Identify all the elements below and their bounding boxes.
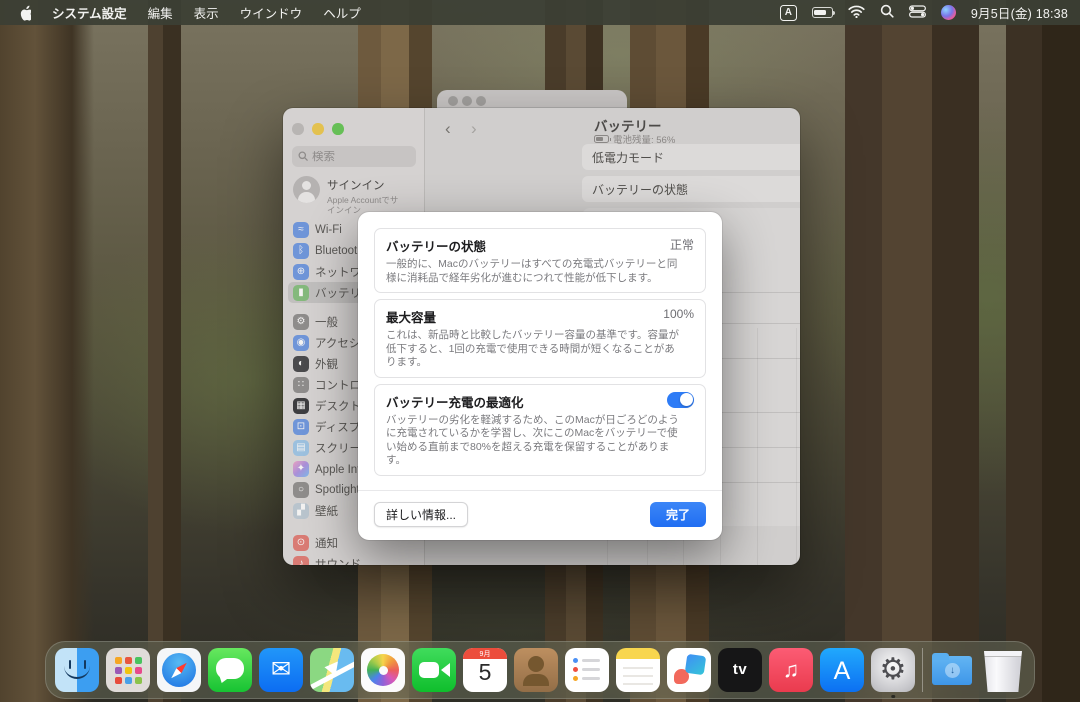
card-value: 正常 <box>670 236 694 253</box>
screensaver-icon: ▤ <box>293 440 309 456</box>
search-icon[interactable] <box>880 4 894 21</box>
menu-edit[interactable]: 編集 <box>148 3 173 22</box>
accessibility-icon: ◉ <box>293 335 309 351</box>
menu-clock[interactable]: 9月5日(金) 18:38 <box>971 3 1068 22</box>
dock-finder[interactable] <box>55 648 99 692</box>
battery-icon <box>594 135 609 143</box>
dock-reminders[interactable] <box>565 648 609 692</box>
dock-safari[interactable] <box>157 648 201 692</box>
wifi-status-icon[interactable] <box>848 5 865 21</box>
dock-launchpad[interactable] <box>106 648 150 692</box>
menu-app-name[interactable]: システム設定 <box>52 3 127 22</box>
menu-window[interactable]: ウインドウ <box>240 3 303 22</box>
spotlight-icon: ○ <box>293 482 309 498</box>
control-center-icon: ∷ <box>293 377 309 393</box>
wallpaper-icon: ▞ <box>293 503 309 519</box>
dock-system-settings[interactable] <box>871 648 915 692</box>
forward-button[interactable]: › <box>471 119 477 139</box>
card-description: 一般的に、Macのバッテリーはすべての充電式バッテリーと同様に消耗品で経年劣化が… <box>386 258 694 285</box>
sidebar-signin[interactable]: サインイン Apple Accountでサインイン <box>293 176 405 215</box>
more-info-button[interactable]: 詳しい情報... <box>374 502 468 527</box>
menu-bar: システム設定 編集 表示 ウインドウ ヘルプ A 9月5日(金) 18:38 <box>0 0 1080 25</box>
dock-maps[interactable] <box>310 648 354 692</box>
search-input[interactable] <box>312 151 402 163</box>
dock-calendar[interactable]: 9月 5 <box>463 648 507 692</box>
card-title: 最大容量 <box>386 307 436 326</box>
dock-tv[interactable]: tv <box>718 648 762 692</box>
calendar-day: 5 <box>463 659 507 686</box>
signin-title: サインイン <box>327 177 405 193</box>
optimized-charging-card: バッテリー充電の最適化 バッテリーの劣化を軽減するため、このMacが日ごろどのよ… <box>374 384 706 476</box>
download-arrow-icon: ↓ <box>945 663 960 678</box>
card-value: 100% <box>663 307 694 321</box>
dock-app-store[interactable] <box>820 648 864 692</box>
desktop-dock-icon: ▦ <box>293 398 309 414</box>
gear-icon: ⚙ <box>293 314 309 330</box>
background-zoom-button[interactable] <box>476 96 486 106</box>
zoom-button[interactable] <box>332 123 344 135</box>
control-center-icon[interactable] <box>909 5 926 21</box>
dock-separator <box>922 648 923 692</box>
dock-photos[interactable] <box>361 648 405 692</box>
dock-downloads[interactable]: ↓ <box>930 648 974 692</box>
sidebar-item-sound[interactable]: ♪サウンド <box>288 553 420 565</box>
apple-intelligence-icon: ✦ <box>293 461 309 477</box>
background-minimize-button[interactable] <box>462 96 472 106</box>
back-button[interactable]: ‹ <box>445 119 451 139</box>
battery-icon: ▮ <box>293 285 309 301</box>
sound-icon: ♪ <box>293 556 309 566</box>
battery-status-icon[interactable] <box>812 7 833 18</box>
dialog-footer: 詳しい情報... 完了 <box>358 490 722 540</box>
dock-trash[interactable] <box>981 651 1025 692</box>
calendar-month: 9月 <box>463 649 507 659</box>
running-indicator <box>891 695 895 699</box>
notifications-icon: ⊙ <box>293 535 309 551</box>
close-button[interactable] <box>292 123 304 135</box>
appearance-icon: ◐ <box>293 356 309 372</box>
card-title: バッテリー充電の最適化 <box>386 392 524 411</box>
card-description: これは、新品時と比較したバッテリー容量の基準です。容量が低下すると、1回の充電で… <box>386 329 694 370</box>
tv-logo: tv <box>718 648 762 692</box>
siri-icon[interactable] <box>941 5 956 20</box>
display-icon: ⊡ <box>293 419 309 435</box>
dock-music[interactable] <box>769 648 813 692</box>
search-icon <box>298 148 308 166</box>
bluetooth-icon: ᛒ <box>293 243 309 259</box>
optimized-charging-toggle[interactable] <box>667 392 694 408</box>
maximum-capacity-card: 最大容量 100% これは、新品時と比較したバッテリー容量の基準です。容量が低下… <box>374 299 706 378</box>
dock-freeform[interactable] <box>667 648 711 692</box>
wifi-icon: ≈ <box>293 222 309 238</box>
avatar <box>293 176 320 203</box>
dock-notes[interactable] <box>616 648 660 692</box>
card-description: バッテリーの劣化を軽減するため、このMacが日ごろどのように充電されているかを学… <box>386 414 694 468</box>
card-title: バッテリーの状態 <box>386 236 486 255</box>
dock-messages[interactable] <box>208 648 252 692</box>
sidebar-search-field[interactable] <box>292 146 416 167</box>
battery-health-dialog: バッテリーの状態 正常 一般的に、Macのバッテリーはすべての充電式バッテリーと… <box>358 212 722 540</box>
desktop: システム設定 編集 表示 ウインドウ ヘルプ A 9月5日(金) 18:38 <box>0 0 1080 702</box>
menu-help[interactable]: ヘルプ <box>323 3 361 22</box>
apple-menu-icon[interactable] <box>18 5 31 21</box>
battery-condition-card: バッテリーの状態 正常 一般的に、Macのバッテリーはすべての充電式バッテリーと… <box>374 228 706 293</box>
background-close-button[interactable] <box>448 96 458 106</box>
dock-contacts[interactable] <box>514 648 558 692</box>
network-icon: ⊕ <box>293 264 309 280</box>
low-power-mode-row: 低電力モード しない ▴▾ <box>582 144 800 170</box>
done-button[interactable]: 完了 <box>650 502 706 527</box>
dock-mail[interactable] <box>259 648 303 692</box>
dock: 9月 5 tv ↓ <box>45 641 1035 699</box>
battery-health-row: バッテリーの状態 正常 i <box>582 176 800 202</box>
input-source-icon[interactable]: A <box>780 5 797 21</box>
minimize-button[interactable] <box>312 123 324 135</box>
menu-view[interactable]: 表示 <box>194 3 219 22</box>
dock-facetime[interactable] <box>412 648 456 692</box>
